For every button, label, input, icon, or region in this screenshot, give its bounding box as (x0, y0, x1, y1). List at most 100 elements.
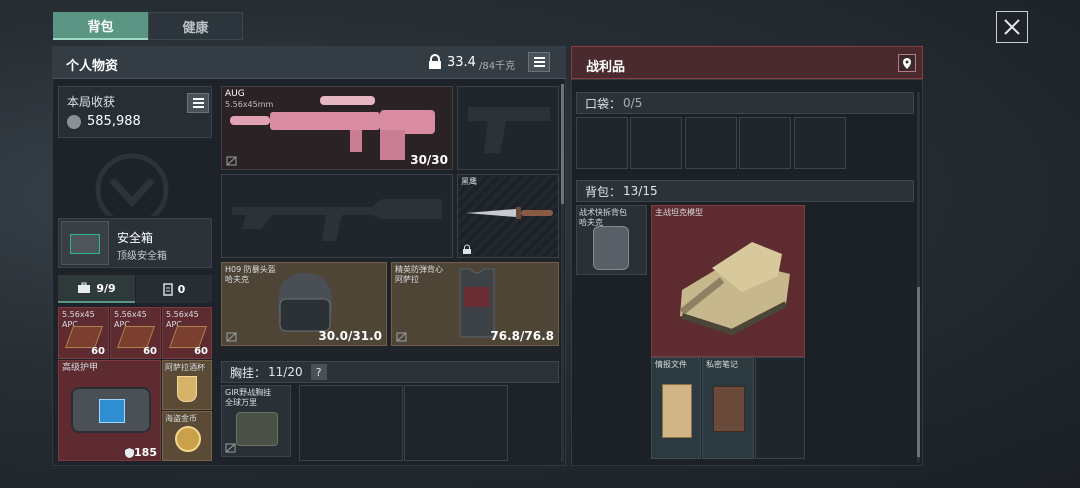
rifle-placeholder-icon (232, 199, 442, 241)
weight-current: 33.4 (447, 55, 476, 70)
pistol-slot[interactable] (457, 86, 559, 170)
knife-icon (466, 207, 553, 219)
ammo-count: 60 (194, 346, 208, 357)
bag-label: 背包： (585, 184, 622, 199)
tank-model-slot[interactable]: 主战坦克模型 (651, 205, 805, 357)
clipboard-icon (162, 282, 173, 296)
pistol-placeholder-icon (468, 107, 550, 153)
helmet-sub: 哈夫克 (225, 275, 249, 284)
tab-backpack[interactable]: 背包 (53, 12, 148, 40)
left-scroll-thumb[interactable] (561, 84, 564, 204)
faction-emblem-icon (95, 153, 169, 216)
vest-sub: 阿萨拉 (395, 275, 419, 284)
loot-header: 战利品 (571, 46, 923, 79)
left-scrollbar[interactable] (561, 84, 564, 462)
backpack-icon (593, 226, 629, 270)
ammo-name: 5.56x45 (62, 310, 95, 319)
location-button[interactable] (898, 54, 916, 72)
close-button[interactable] (996, 11, 1028, 43)
aug-rifle-icon (230, 96, 435, 160)
rig-label: 胸挂： (230, 365, 267, 380)
tab-health[interactable]: 健康 (148, 12, 243, 40)
secondary-weapon-slot[interactable] (221, 174, 453, 258)
rig-item-name: GIR野战胸挂 (225, 388, 272, 397)
safebox-image (61, 221, 109, 265)
panel-title: 个人物资 (66, 59, 119, 74)
durability-icon (125, 448, 134, 458)
vest-slot[interactable]: 精英防弹背心 阿萨拉 76.8/76.8 (391, 262, 559, 346)
subtab-other-count: 0 (177, 282, 186, 296)
lock-icon (463, 244, 471, 254)
coin-slot[interactable]: 海盗金币 (162, 411, 212, 461)
sort-list-button[interactable] (528, 52, 550, 72)
bag-header: 背包： 13/15 (576, 180, 914, 202)
backpack-item-name: 战术快拆背包 (579, 208, 627, 217)
vest-durability: 76.8/76.8 (490, 329, 554, 343)
subtab-items-count: 9/9 (96, 281, 116, 295)
ammo-name: 5.56x45 (166, 310, 199, 319)
intel-slot[interactable]: 情报文件 (651, 357, 701, 459)
safebox-icon (70, 234, 100, 254)
pocket-slot[interactable] (576, 117, 628, 169)
rig-empty-slot[interactable] (404, 385, 508, 461)
coin-label: 海盗金币 (165, 414, 197, 423)
cup-icon (177, 376, 197, 402)
income-box: 本局收获 585,988 (58, 86, 212, 138)
safebox-slot[interactable]: 安全箱 顶级安全箱 (58, 218, 212, 268)
subtab-items[interactable]: 9/9 (58, 275, 135, 303)
ammo-box-icon (168, 326, 208, 348)
armor-label: 高级护甲 (62, 363, 99, 373)
backpack-item-slot[interactable]: 战术快拆背包 哈夫克 (576, 205, 647, 275)
ammo-slot[interactable]: 5.56x45 APC 60 (58, 307, 109, 359)
income-list-button[interactable] (187, 93, 209, 113)
safebox-name: 安全箱 (117, 231, 154, 245)
income-label: 本局收获 (67, 95, 116, 109)
ammo-slot[interactable]: 5.56x45 APC 60 (110, 307, 161, 359)
tank-label: 主战坦克模型 (655, 208, 703, 217)
helmet-slot[interactable]: H09 防暴头盔 哈夫克 30.0/31.0 (221, 262, 387, 346)
ammo-count: 60 (91, 346, 105, 357)
ammo-box-icon (64, 326, 104, 348)
coin-icon (67, 115, 81, 129)
ammo-box-icon (116, 326, 156, 348)
pocket-header: 口袋： 0/5 (576, 92, 914, 114)
intel-label: 情报文件 (655, 360, 687, 369)
pocket-label: 口袋： (585, 96, 622, 111)
primary-weapon-slot[interactable]: AUG 5.56x45mm 30/30 (221, 86, 453, 170)
right-scrollbar[interactable] (917, 92, 920, 462)
armor-count: 185 (134, 446, 157, 459)
not-insured-icon (396, 332, 407, 342)
rig-empty-slot[interactable] (299, 385, 403, 461)
notebook-icon (713, 386, 745, 432)
melee-slot[interactable]: 黑鹰 (457, 174, 559, 258)
subtab-other[interactable]: 0 (136, 275, 212, 303)
bag-count: 13/15 (623, 184, 658, 198)
rig-help-button[interactable]: ? (310, 364, 327, 380)
gun-ammo-count: 30/30 (410, 153, 448, 167)
rig-item-slot[interactable]: GIR野战胸挂 全球万里 (221, 385, 291, 457)
right-scroll-thumb[interactable] (917, 287, 920, 457)
intel-document-icon (662, 384, 692, 438)
armor-slot[interactable]: 高级护甲 185 (58, 360, 161, 461)
ammo-slot[interactable]: 5.56x45 APC 60 (162, 307, 212, 359)
notes-label: 私密笔记 (706, 360, 738, 369)
safebox-sub: 顶级安全箱 (117, 251, 167, 262)
cup-slot[interactable]: 阿萨拉酒杯 (162, 360, 212, 410)
cup-label: 阿萨拉酒杯 (165, 363, 205, 372)
rig-icon (236, 412, 278, 446)
rig-item-sub: 全球万里 (225, 398, 257, 407)
rig-count: 11/20 (268, 365, 303, 379)
notes-slot[interactable]: 私密笔记 (702, 357, 754, 459)
bag-empty-slot[interactable] (755, 357, 805, 459)
knife-label: 黑鹰 (461, 177, 477, 186)
pocket-slot[interactable] (685, 117, 737, 169)
weight-max: /84千克 (479, 61, 516, 72)
helmet-durability: 30.0/31.0 (318, 329, 382, 343)
loot-title: 战利品 (586, 60, 626, 75)
pocket-slot[interactable] (630, 117, 682, 169)
tank-model-icon (679, 242, 790, 336)
pocket-slot[interactable] (739, 117, 791, 169)
pocket-slot[interactable] (794, 117, 846, 169)
armor-bag-icon (71, 387, 151, 433)
gold-coin-icon (175, 426, 201, 452)
